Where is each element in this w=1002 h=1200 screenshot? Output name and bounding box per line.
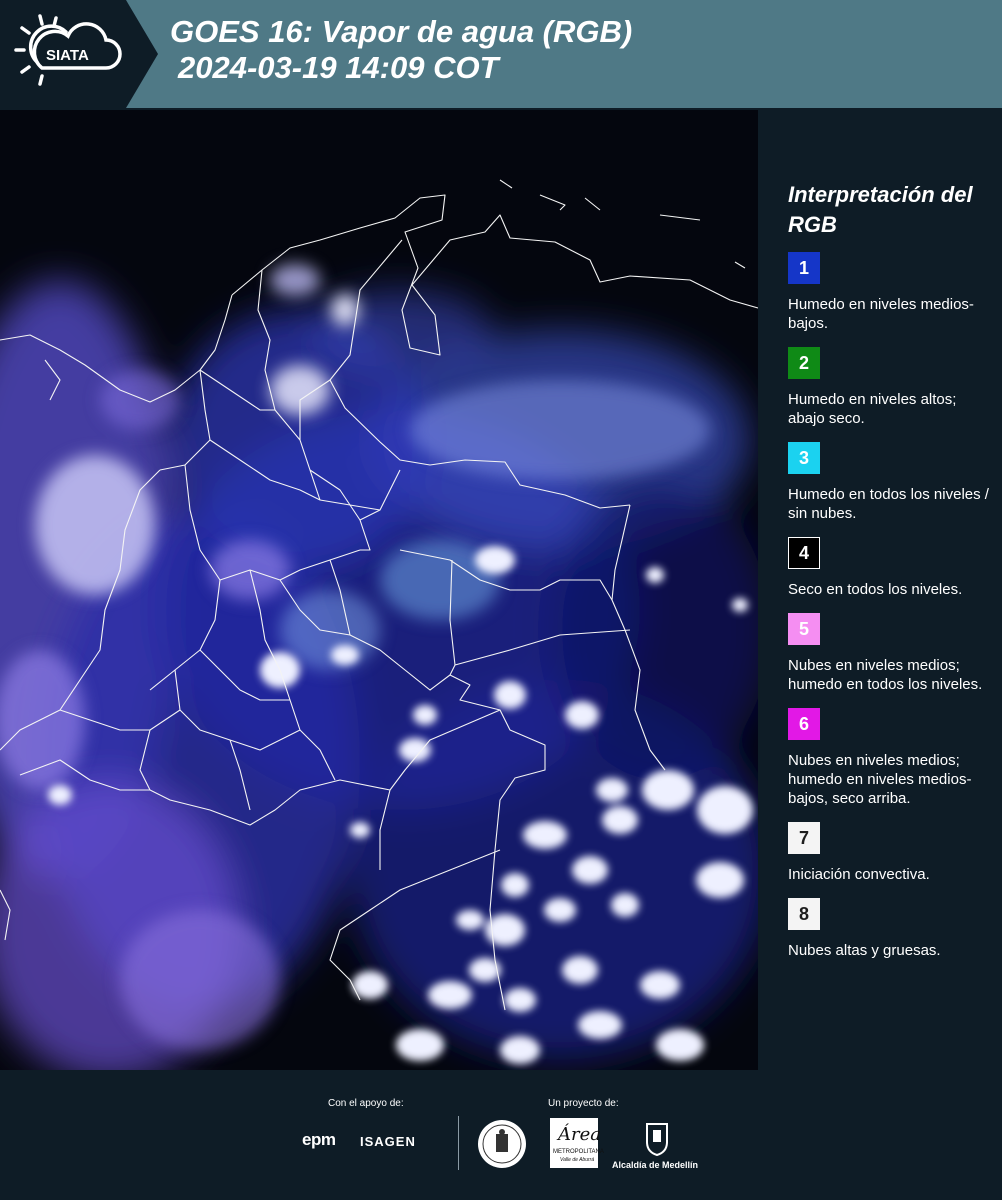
header-bar: SIATA GOES 16: Vapor de agua (RGB) 2024-… [0,0,1002,108]
legend-swatch: 8 [788,898,820,930]
legend-text: Nubes altas y gruesas. [788,942,941,959]
alcaldia-text: Alcaldía de Medellín [612,1160,699,1170]
legend-swatch: 3 [788,442,820,474]
legend-item-2: 2 Humedo en niveles altos; abajo seco. [788,347,993,428]
area-logo-sub2: Valle de Aburrá [560,1157,595,1163]
project-label: Un proyecto de: [548,1098,619,1109]
legend-text: Humedo en todos los niveles / sin nubes. [788,486,989,522]
legend-swatch: 2 [788,347,820,379]
support-label: Con el apoyo de: [328,1098,404,1109]
page-title: GOES 16: Vapor de agua (RGB) 2024-03-19 … [170,14,632,86]
satellite-image [0,110,758,1070]
legend-items: 1 Humedo en niveles medios-bajos. 2 Humedo … [788,252,993,960]
siata-logo-text: SIATA [46,47,89,64]
siata-logo: SIATA [14,14,122,86]
legend-text: Nubes en niveles medios; humedo en todos… [788,657,983,693]
legend-item-6: 6 Nubes en niveles medios; humedo en nive… [788,708,993,808]
legend-swatch: 1 [788,252,820,284]
legend-text: Humedo en niveles medios-bajos. [788,296,974,332]
epm-logo: epm [302,1130,336,1149]
legend: Interpretación del RGB 1 Humedo en nivele… [788,180,993,974]
area-logo-sub1: METROPOLITANA [553,1149,604,1155]
legend-swatch: 7 [788,822,820,854]
legend-item-8: 8 Nubes altas y gruesas. [788,898,993,960]
legend-item-3: 3 Humedo en todos los niveles / sin nubes… [788,442,993,523]
legend-item-1: 1 Humedo en niveles medios-bajos. [788,252,993,333]
legend-text: Iniciación convectiva. [788,866,930,883]
legend-item-4: 4 Seco en todos los niveles. [788,537,993,599]
isagen-logo: ISAGEN [360,1134,416,1149]
legend-item-7: 7 Iniciación convectiva. [788,822,993,884]
legend-text: Nubes en niveles medios; humedo en nivel… [788,752,972,807]
legend-text: Seco en todos los niveles. [788,581,963,598]
university-seal-icon [478,1120,526,1168]
satellite-map [0,110,758,1070]
legend-item-5: 5 Nubes en niveles medios; humedo en todo… [788,613,993,694]
logo-block: SIATA [0,0,158,108]
title-line1: GOES 16: Vapor de agua (RGB) [170,14,633,49]
legend-text: Humedo en niveles altos; abajo seco. [788,391,957,427]
alcaldia-shield-icon [646,1123,668,1156]
title-line2: 2024-03-19 14:09 COT [178,50,499,85]
legend-title: Interpretación del RGB [788,182,973,237]
area-metropolitana-logo: Área METROPOLITANA Valle de Aburrá [550,1118,604,1168]
legend-swatch: 4 [788,537,820,569]
footer-divider [458,1116,459,1170]
area-logo-name: Área [558,1124,601,1145]
footer: Con el apoyo de: Un proyecto de: epm ISA… [0,1070,1002,1200]
legend-swatch: 6 [788,708,820,740]
legend-swatch: 5 [788,613,820,645]
